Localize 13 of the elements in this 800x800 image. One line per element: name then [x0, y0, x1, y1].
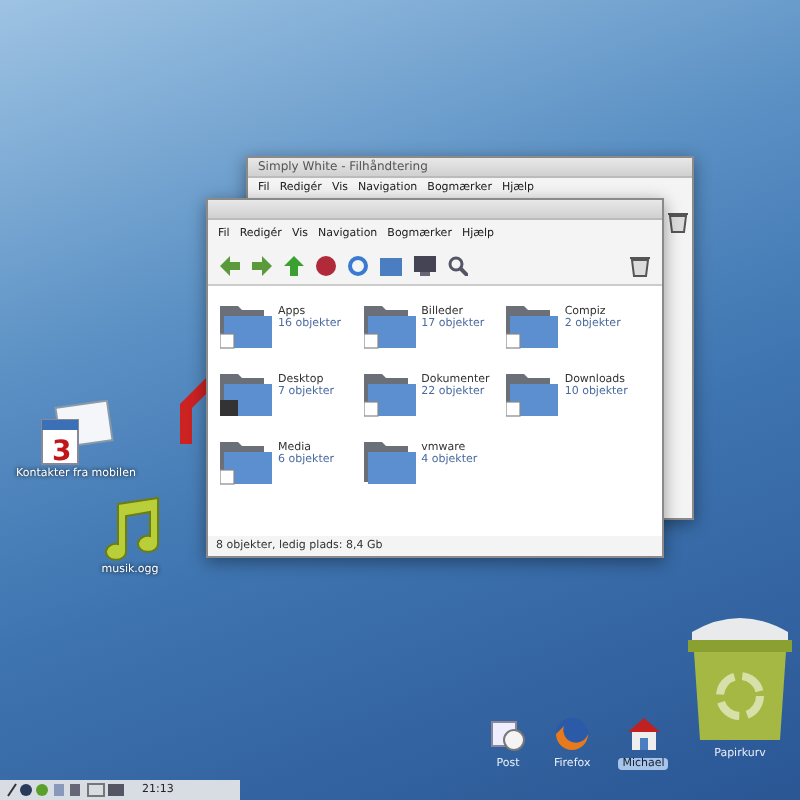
reload-icon[interactable]	[348, 256, 368, 276]
mail-clock-icon[interactable]	[490, 716, 526, 752]
up-arrow-icon[interactable]	[284, 256, 304, 276]
back-arrow-icon[interactable]	[220, 256, 240, 276]
forward-arrow-icon[interactable]	[252, 256, 272, 276]
tray-icons-drawing[interactable]	[6, 782, 126, 798]
trash-icon[interactable]	[630, 254, 650, 278]
trash-icon[interactable]	[668, 210, 688, 234]
stop-icon[interactable]	[316, 256, 336, 276]
recycle-bin-icon[interactable]	[684, 616, 796, 740]
monitor-icon[interactable]	[414, 256, 436, 276]
zoom-icon[interactable]	[448, 256, 468, 276]
folder-icon[interactable]	[220, 370, 272, 418]
